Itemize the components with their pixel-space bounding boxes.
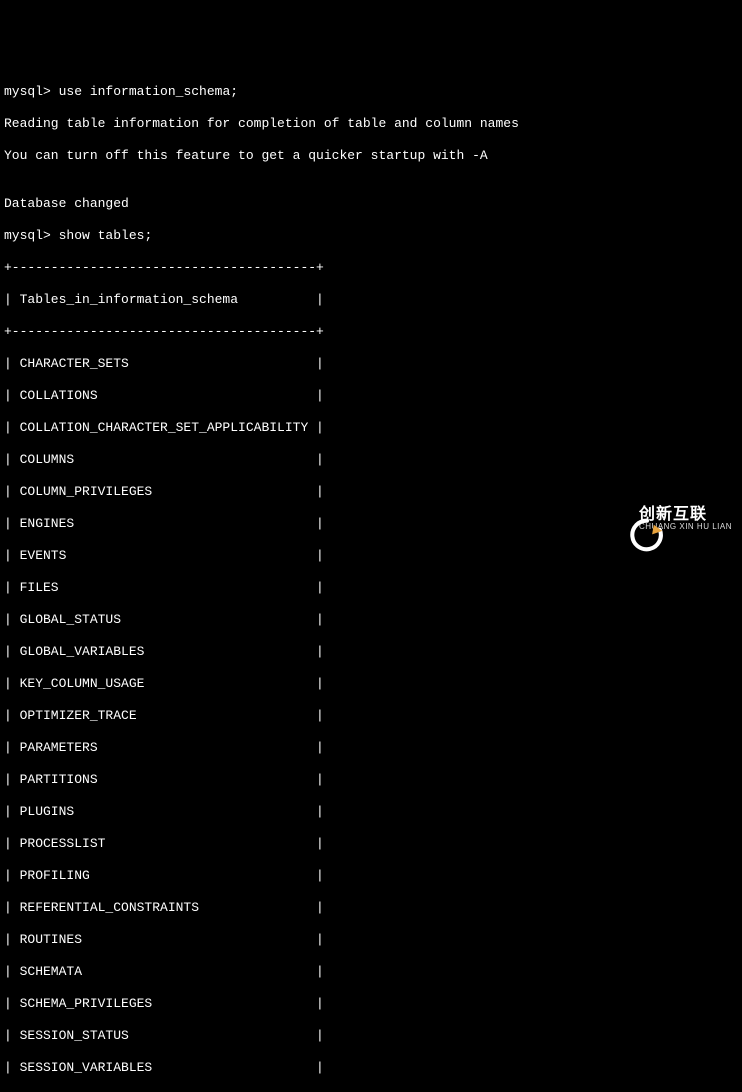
table-row: | PLUGINS | — [4, 804, 738, 820]
table-row: | GLOBAL_VARIABLES | — [4, 644, 738, 660]
table-row: | SESSION_STATUS | — [4, 1028, 738, 1044]
table-row: | PROCESSLIST | — [4, 836, 738, 852]
watermark-logo-icon — [599, 502, 633, 536]
table-row: | CHARACTER_SETS | — [4, 356, 738, 372]
watermark: 创新互联 CHUANG XIN HU LIAN — [599, 502, 732, 536]
db-changed-line: Database changed — [4, 196, 738, 212]
table-row: | GLOBAL_STATUS | — [4, 612, 738, 628]
table-border-top: +---------------------------------------… — [4, 260, 738, 276]
table-row: | COLLATION_CHARACTER_SET_APPLICABILITY … — [4, 420, 738, 436]
table-row: | OPTIMIZER_TRACE | — [4, 708, 738, 724]
table-row: | REFERENTIAL_CONSTRAINTS | — [4, 900, 738, 916]
table-row: | COLUMN_PRIVILEGES | — [4, 484, 738, 500]
table-row: | PROFILING | — [4, 868, 738, 884]
table-border-mid: +---------------------------------------… — [4, 324, 738, 340]
command-use-db: use information_schema; — [59, 84, 238, 99]
info-line-1: Reading table information for completion… — [4, 116, 738, 132]
table-row: | ROUTINES | — [4, 932, 738, 948]
table-row: | SCHEMATA | — [4, 964, 738, 980]
mysql-prompt: mysql> — [4, 228, 51, 243]
command-show-tables: show tables; — [59, 228, 153, 243]
table-row: | COLLATIONS | — [4, 388, 738, 404]
prompt-line-2: mysql> show tables; — [4, 228, 738, 244]
table-row: | SCHEMA_PRIVILEGES | — [4, 996, 738, 1012]
mysql-prompt: mysql> — [4, 84, 51, 99]
table-header-row: | Tables_in_information_schema | — [4, 292, 738, 308]
terminal-output[interactable]: mysql> use information_schema; Reading t… — [4, 68, 738, 1092]
table-row: | COLUMNS | — [4, 452, 738, 468]
table-row: | PARTITIONS | — [4, 772, 738, 788]
prompt-line-1: mysql> use information_schema; — [4, 84, 738, 100]
info-line-2: You can turn off this feature to get a q… — [4, 148, 738, 164]
table-row: | KEY_COLUMN_USAGE | — [4, 676, 738, 692]
table-row: | FILES | — [4, 580, 738, 596]
table-row: | SESSION_VARIABLES | — [4, 1060, 738, 1076]
table-row: | PARAMETERS | — [4, 740, 738, 756]
